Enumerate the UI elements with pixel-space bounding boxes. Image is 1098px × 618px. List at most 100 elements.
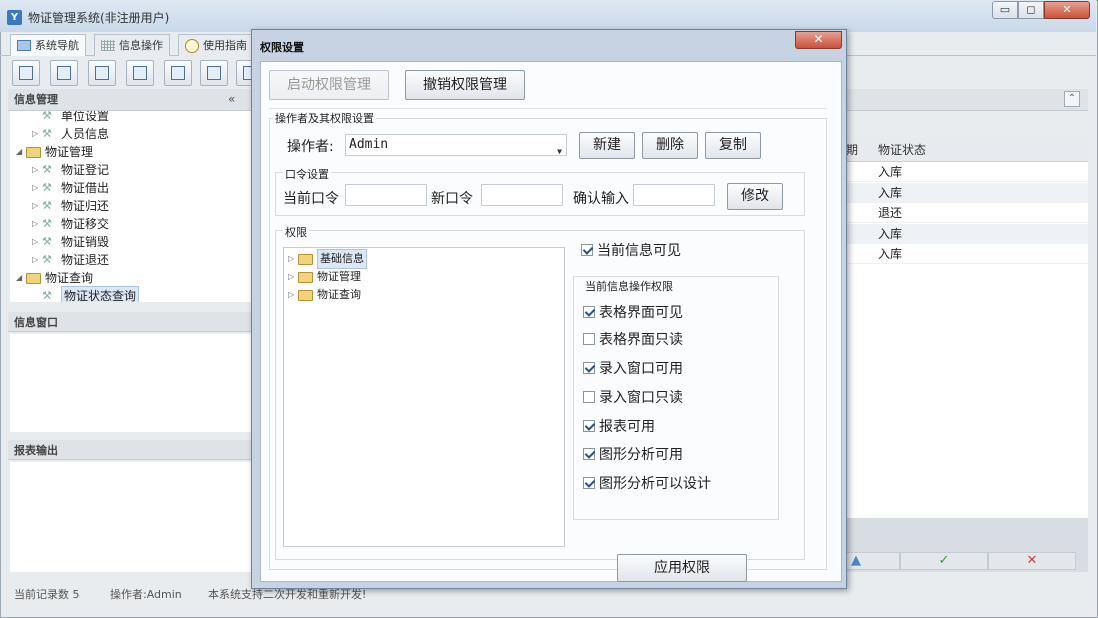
expander-icon[interactable]: ▷ xyxy=(32,233,42,251)
expander-icon[interactable]: ▷ xyxy=(32,215,42,233)
permission-tree-node[interactable]: ▷ 基础信息 xyxy=(288,249,367,269)
tab-info-operation[interactable]: 信息操作 xyxy=(94,34,170,56)
revoke-permission-button[interactable]: 撤销权限管理 xyxy=(405,70,525,100)
checkbox[interactable] xyxy=(583,362,595,374)
delete-operator-button[interactable]: 删除 xyxy=(642,132,698,159)
copy-operator-button[interactable]: 复制 xyxy=(705,132,761,159)
expander-icon[interactable]: ▷ xyxy=(288,286,298,304)
modify-password-button[interactable]: 修改 xyxy=(727,183,783,210)
column-header-status[interactable]: 物证状态 xyxy=(878,138,926,162)
table-row[interactable]: 退还 xyxy=(842,203,1088,223)
tree-item-label: 物证登记 xyxy=(61,163,110,177)
toolbar-document-button[interactable] xyxy=(88,60,116,86)
current-password-label: 当前口令 xyxy=(283,191,339,207)
checkbox[interactable] xyxy=(583,448,595,460)
tree-item[interactable]: ▷ ⚒ 物证归还 xyxy=(32,197,109,215)
tab-user-guide[interactable]: 使用指南 xyxy=(178,34,254,56)
maximize-button[interactable]: ◻ xyxy=(1018,1,1044,19)
tree-item[interactable]: ▷ ⚒ 物证退还 xyxy=(32,251,109,269)
checkbox-label: 表格界面只读 xyxy=(599,332,683,348)
checkbox[interactable] xyxy=(583,477,595,489)
permission-option-checkbox[interactable]: 录入窗口可用 xyxy=(583,358,683,378)
info-window-header: 信息窗口 xyxy=(8,312,252,332)
permission-option-checkbox[interactable]: 表格界面可见 xyxy=(583,302,683,322)
tree-item[interactable]: ⚒ 单位设置 xyxy=(32,111,109,125)
collapse-panel-icon[interactable]: « xyxy=(228,92,242,106)
checkbox-label: 图形分析可以设计 xyxy=(599,476,711,492)
operator-dropdown[interactable]: Admin ▼ xyxy=(345,134,567,156)
permission-option-checkbox[interactable]: 图形分析可以设计 xyxy=(583,473,711,493)
folder-icon xyxy=(26,146,41,158)
grid-header: 期 物证状态 xyxy=(842,138,1088,162)
operator-value: Admin xyxy=(349,137,389,152)
expander-icon[interactable]: ▷ xyxy=(32,161,42,179)
permission-tree-node[interactable]: ▷ 物证管理 xyxy=(288,268,361,286)
expander-icon[interactable]: ▷ xyxy=(32,125,42,143)
checkbox[interactable] xyxy=(581,244,593,256)
expander-icon[interactable]: ▷ xyxy=(32,251,42,269)
tree-item[interactable]: ▷ ⚒ 物证借出 xyxy=(32,179,109,197)
table-row[interactable]: 入库 xyxy=(842,223,1088,244)
current-info-visible-checkbox[interactable]: 当前信息可见 xyxy=(581,240,681,260)
expander-icon[interactable]: ◢ xyxy=(16,143,26,161)
expander-icon[interactable]: ▷ xyxy=(288,250,298,268)
info-window-body xyxy=(10,334,252,432)
checkbox[interactable] xyxy=(583,420,595,432)
tree-folder[interactable]: ◢ 物证管理 xyxy=(16,143,93,161)
expander-icon[interactable]: ◢ xyxy=(16,269,26,287)
new-operator-button[interactable]: 新建 xyxy=(579,132,635,159)
toolbar-export-button[interactable] xyxy=(200,60,228,86)
checkbox-label: 报表可用 xyxy=(599,419,655,435)
new-password-label: 新口令 xyxy=(431,191,473,207)
toolbar-search-button[interactable] xyxy=(12,60,40,86)
checkbox[interactable] xyxy=(583,306,595,318)
tool-icon: ⚒ xyxy=(42,253,52,266)
new-password-input[interactable] xyxy=(481,184,563,206)
permission-option-checkbox[interactable]: 图形分析可用 xyxy=(583,444,683,464)
tree-node-label: 基础信息 xyxy=(317,249,367,269)
current-password-input[interactable] xyxy=(345,184,427,206)
apply-permission-button[interactable]: 应用权限 xyxy=(617,554,747,582)
close-window-button[interactable]: ✕ xyxy=(1044,1,1090,19)
permission-tree[interactable]: ▷ 基础信息 ▷ 物证管理 ▷ 物证查询 xyxy=(283,247,565,547)
table-row[interactable]: 入库 xyxy=(842,162,1088,182)
permission-option-checkbox[interactable]: 表格界面只读 xyxy=(583,329,683,349)
monitor-icon xyxy=(17,40,31,51)
tree-item[interactable]: ▷ ⚒ 物证销毁 xyxy=(32,233,109,251)
permission-option-checkbox[interactable]: 录入窗口只读 xyxy=(583,387,683,407)
toolbar-user-button[interactable] xyxy=(126,60,154,86)
minimize-button[interactable]: ▭ xyxy=(992,1,1018,19)
permission-group-label: 权限 xyxy=(283,224,309,240)
checkbox[interactable] xyxy=(583,391,595,403)
column-header-date[interactable]: 期 xyxy=(846,138,858,162)
dialog-close-button[interactable]: ✕ xyxy=(795,31,842,49)
tab-system-nav[interactable]: 系统导航 xyxy=(10,34,86,56)
toolbar-window-button[interactable] xyxy=(164,60,192,86)
confirm-button[interactable]: ✓ xyxy=(900,552,988,570)
tool-icon: ⚒ xyxy=(42,235,52,248)
cancel-button[interactable]: ✕ xyxy=(988,552,1076,570)
tree-item[interactable]: ⚒ 物证状态查询 xyxy=(32,286,140,302)
collapse-up-icon[interactable]: ⌃ xyxy=(1064,91,1080,107)
expander-icon[interactable]: ▷ xyxy=(32,197,42,215)
checkbox[interactable] xyxy=(583,333,595,345)
toolbar-list-button[interactable] xyxy=(50,60,78,86)
tree-item-label: 物证销毁 xyxy=(61,235,110,249)
tree-folder[interactable]: ◢ 物证查询 xyxy=(16,269,93,287)
table-row[interactable]: 入库 xyxy=(842,182,1088,203)
confirm-password-input[interactable] xyxy=(633,184,715,206)
password-group-label: 口令设置 xyxy=(283,166,331,182)
tree-item[interactable]: ▷ ⚒ 物证移交 xyxy=(32,215,109,233)
expander-icon[interactable]: ▷ xyxy=(32,179,42,197)
table-row[interactable]: 入库 xyxy=(842,244,1088,264)
tree-item[interactable]: ▷ ⚒ 人员信息 xyxy=(32,125,109,143)
permission-tree-node[interactable]: ▷ 物证查询 xyxy=(288,286,361,304)
tree-item[interactable]: ▷ ⚒ 物证登记 xyxy=(32,161,109,179)
enable-permission-button[interactable]: 启动权限管理 xyxy=(269,70,389,100)
permission-option-checkbox[interactable]: 报表可用 xyxy=(583,416,655,436)
record-count: 当前记录数 5 xyxy=(14,588,80,601)
report-output-header: 报表输出 xyxy=(8,440,252,460)
expander-icon[interactable]: ▷ xyxy=(288,268,298,286)
tree-item-label: 物证查询 xyxy=(45,271,94,285)
tree-item-label: 物证移交 xyxy=(61,217,110,231)
